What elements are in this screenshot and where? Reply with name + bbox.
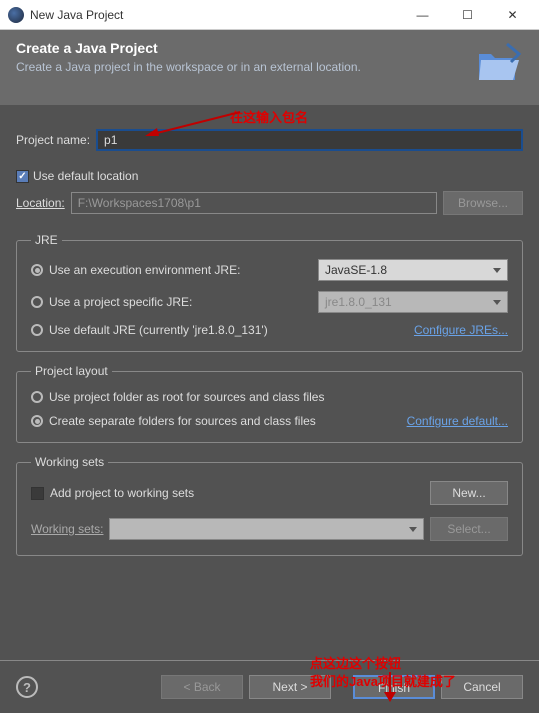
dialog-header: Create a Java Project Create a Java proj… bbox=[0, 30, 539, 105]
select-working-set-button: Select... bbox=[430, 517, 508, 541]
add-working-sets-label: Add project to working sets bbox=[50, 486, 424, 500]
help-icon[interactable]: ? bbox=[16, 676, 38, 698]
dialog-body: Project name: Use default location Locat… bbox=[0, 105, 539, 660]
working-sets-group: Working sets Add project to working sets… bbox=[16, 455, 523, 556]
location-input bbox=[71, 192, 437, 214]
close-button[interactable]: ✕ bbox=[490, 1, 535, 29]
back-button: < Back bbox=[161, 675, 243, 699]
layout-separate-radio[interactable] bbox=[31, 415, 43, 427]
eclipse-icon bbox=[8, 7, 24, 23]
project-name-input[interactable] bbox=[96, 129, 523, 151]
folder-icon bbox=[475, 40, 523, 88]
location-label: Location: bbox=[16, 196, 65, 210]
configure-default-link[interactable]: Configure default... bbox=[407, 414, 508, 428]
new-working-set-button[interactable]: New... bbox=[430, 481, 508, 505]
layout-root-radio[interactable] bbox=[31, 391, 43, 403]
jre-exec-env-radio[interactable] bbox=[31, 264, 43, 276]
minimize-button[interactable]: ― bbox=[400, 1, 445, 29]
project-name-label: Project name: bbox=[16, 133, 90, 147]
use-default-location-label: Use default location bbox=[33, 169, 138, 183]
working-sets-label: Working sets: bbox=[31, 522, 103, 536]
next-button[interactable]: Next > bbox=[249, 675, 331, 699]
jre-project-specific-dropdown: jre1.8.0_131 bbox=[318, 291, 508, 313]
layout-root-label: Use project folder as root for sources a… bbox=[49, 390, 324, 404]
titlebar[interactable]: New Java Project ― ☐ ✕ bbox=[0, 0, 539, 30]
working-sets-dropdown bbox=[109, 518, 424, 540]
use-default-location-checkbox[interactable] bbox=[16, 170, 29, 183]
jre-exec-env-dropdown[interactable]: JavaSE-1.8 bbox=[318, 259, 508, 281]
browse-button: Browse... bbox=[443, 191, 523, 215]
layout-separate-label: Create separate folders for sources and … bbox=[49, 414, 316, 428]
header-title: Create a Java Project bbox=[16, 40, 523, 56]
project-layout-legend: Project layout bbox=[31, 364, 112, 378]
jre-default-radio[interactable] bbox=[31, 324, 43, 336]
add-working-sets-checkbox[interactable] bbox=[31, 487, 44, 500]
working-sets-legend: Working sets bbox=[31, 455, 108, 469]
cancel-button[interactable]: Cancel bbox=[441, 675, 523, 699]
configure-jres-link[interactable]: Configure JREs... bbox=[414, 323, 508, 337]
finish-button[interactable]: Finish bbox=[353, 675, 435, 699]
project-layout-group: Project layout Use project folder as roo… bbox=[16, 364, 523, 443]
jre-project-specific-radio[interactable] bbox=[31, 296, 43, 308]
header-desc: Create a Java project in the workspace o… bbox=[16, 60, 523, 74]
jre-exec-env-label: Use an execution environment JRE: bbox=[49, 263, 240, 277]
maximize-button[interactable]: ☐ bbox=[445, 1, 490, 29]
jre-default-label: Use default JRE (currently 'jre1.8.0_131… bbox=[49, 323, 268, 337]
jre-group: JRE Use an execution environment JRE: Ja… bbox=[16, 233, 523, 352]
window-title: New Java Project bbox=[30, 8, 400, 22]
dialog-footer: ? < Back Next > Finish Cancel bbox=[0, 660, 539, 713]
jre-project-specific-label: Use a project specific JRE: bbox=[49, 295, 192, 309]
jre-legend: JRE bbox=[31, 233, 62, 247]
